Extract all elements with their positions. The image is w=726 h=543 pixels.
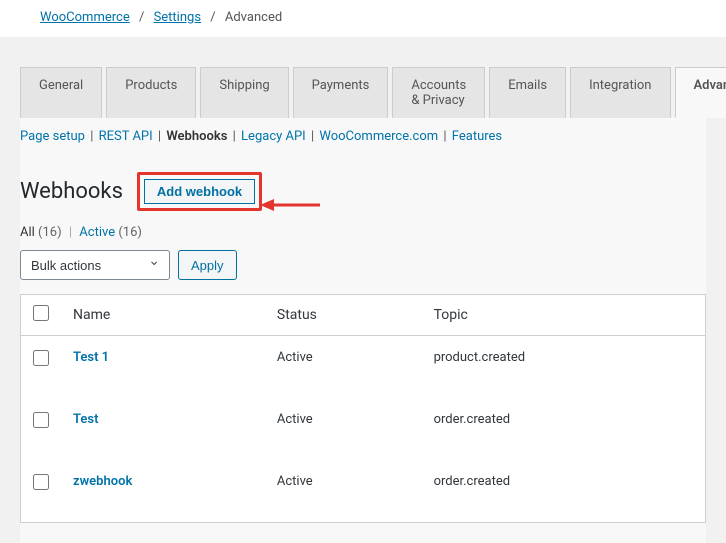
- tabs: General Products Shipping Payments Accou…: [20, 67, 706, 118]
- row-checkbox[interactable]: [33, 350, 49, 366]
- column-status: Status: [265, 295, 422, 336]
- filter-active-count: (16): [118, 225, 142, 240]
- subnav-features[interactable]: Features: [452, 129, 502, 144]
- subnav-webhooks[interactable]: Webhooks: [166, 129, 227, 144]
- breadcrumb-woocommerce[interactable]: WooCommerce: [40, 10, 130, 25]
- breadcrumb-current: Advanced: [225, 10, 282, 25]
- tab-payments[interactable]: Payments: [293, 67, 389, 118]
- webhook-name-link[interactable]: Test 1: [73, 350, 109, 365]
- table-row: Test 1 Active product.created: [21, 336, 706, 399]
- heading-row: Webhooks Add webhook: [20, 156, 706, 219]
- column-name[interactable]: Name: [61, 295, 265, 336]
- bulk-actions-row: Bulk actions Apply: [20, 250, 706, 280]
- column-topic: Topic: [422, 295, 706, 336]
- tab-advanced[interactable]: Advanced: [675, 67, 726, 118]
- apply-button[interactable]: Apply: [178, 250, 237, 280]
- subnav: Page setup | REST API | Webhooks | Legac…: [20, 117, 706, 156]
- bulk-actions-select[interactable]: Bulk actions: [20, 250, 170, 280]
- webhook-name-link[interactable]: zwebhook: [73, 474, 132, 489]
- webhook-topic: order.created: [422, 398, 706, 460]
- page-title: Webhooks: [20, 179, 123, 204]
- webhook-status: Active: [265, 398, 422, 460]
- tab-accounts-privacy[interactable]: Accounts & Privacy: [392, 67, 485, 118]
- subnav-legacy-api[interactable]: Legacy API: [241, 129, 306, 144]
- filter-all[interactable]: All (16): [20, 225, 62, 240]
- webhook-topic: product.created: [422, 336, 706, 399]
- add-webhook-highlight: Add webhook: [137, 172, 262, 211]
- webhook-status: Active: [265, 460, 422, 523]
- tab-products[interactable]: Products: [106, 67, 196, 118]
- webhook-status: Active: [265, 336, 422, 399]
- filter-active[interactable]: Active: [79, 225, 115, 240]
- row-checkbox[interactable]: [33, 474, 49, 490]
- breadcrumb: WooCommerce / Settings / Advanced: [0, 0, 726, 37]
- webhooks-table: Name Status Topic Test 1 Active product.…: [20, 294, 706, 523]
- select-all-checkbox[interactable]: [33, 305, 49, 321]
- table-row: Test Active order.created: [21, 398, 706, 460]
- subnav-page-setup[interactable]: Page setup: [20, 129, 85, 144]
- subnav-rest-api[interactable]: REST API: [99, 129, 153, 144]
- breadcrumb-sep: /: [210, 10, 215, 25]
- webhook-name-link[interactable]: Test: [73, 412, 98, 427]
- webhook-topic: order.created: [422, 460, 706, 523]
- table-row: zwebhook Active order.created: [21, 460, 706, 523]
- breadcrumb-sep: /: [139, 10, 144, 25]
- breadcrumb-settings[interactable]: Settings: [154, 10, 201, 25]
- tab-shipping[interactable]: Shipping: [200, 67, 288, 118]
- filters: All (16) | Active (16): [20, 219, 706, 250]
- tab-general[interactable]: General: [20, 67, 102, 118]
- arrow-annotation-icon: [260, 195, 320, 215]
- add-webhook-button[interactable]: Add webhook: [144, 179, 255, 204]
- row-checkbox[interactable]: [33, 412, 49, 428]
- subnav-wc-com[interactable]: WooCommerce.com: [319, 129, 438, 144]
- tab-integration[interactable]: Integration: [570, 67, 670, 118]
- tab-emails[interactable]: Emails: [489, 67, 566, 118]
- panel: Page setup | REST API | Webhooks | Legac…: [20, 117, 706, 543]
